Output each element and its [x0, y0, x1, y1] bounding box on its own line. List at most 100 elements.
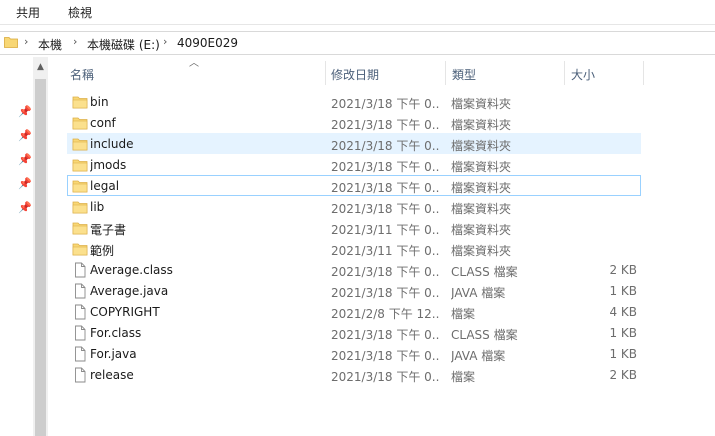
- column-header-type[interactable]: 類型: [452, 66, 476, 90]
- column-header-date[interactable]: 修改日期: [331, 66, 379, 90]
- breadcrumb-local-disk[interactable]: 本機磁碟 (E:): [87, 36, 160, 53]
- file-name: Average.java: [90, 284, 169, 298]
- file-date: 2021/3/18 下午 0...: [331, 160, 439, 174]
- file-name: release: [90, 368, 134, 382]
- pin-icon[interactable]: 📌: [18, 177, 32, 190]
- file-icon: [75, 367, 86, 383]
- file-size: 2 KB: [609, 368, 637, 382]
- folder-icon: [72, 222, 88, 235]
- file-name: For.java: [90, 347, 137, 361]
- column-header-size[interactable]: 大小: [571, 66, 595, 90]
- file-row[interactable]: conf 2021/3/18 下午 0... 檔案資料夾: [67, 112, 641, 133]
- navigation-pane: 📌 📌 📌 📌 📌 ▲: [0, 57, 50, 436]
- file-date: 2021/3/18 下午 0...: [331, 118, 439, 132]
- pin-icon[interactable]: 📌: [18, 201, 32, 214]
- file-type: 檔案資料夾: [451, 244, 512, 258]
- file-row[interactable]: include 2021/3/18 下午 0... 檔案資料夾: [67, 133, 641, 154]
- file-date: 2021/3/11 下午 0...: [331, 244, 439, 258]
- file-type: JAVA 檔案: [451, 349, 506, 363]
- file-type: 檔案資料夾: [451, 139, 512, 153]
- folder-icon: [72, 243, 88, 256]
- file-row[interactable]: legal 2021/3/18 下午 0... 檔案資料夾: [67, 175, 641, 196]
- file-icon: [75, 262, 86, 278]
- file-name: lib: [90, 200, 105, 214]
- tab-view[interactable]: 檢視: [68, 4, 92, 21]
- file-name: jmods: [90, 158, 127, 172]
- file-type: 檔案: [451, 370, 476, 384]
- file-date: 2021/3/18 下午 0...: [331, 181, 439, 195]
- address-bar[interactable]: › 本機 › 本機磁碟 (E:) › 4090E029: [0, 31, 715, 55]
- folder-icon: [72, 159, 88, 172]
- file-date: 2021/3/18 下午 0...: [331, 370, 439, 384]
- file-row[interactable]: lib 2021/3/18 下午 0... 檔案資料夾: [67, 196, 641, 217]
- file-name: 電子書: [90, 223, 127, 237]
- file-row[interactable]: COPYRIGHT 2021/2/8 下午 12... 檔案 4 KB: [67, 301, 641, 322]
- file-row[interactable]: Average.java 2021/3/18 下午 0... JAVA 檔案 1 KB: [67, 280, 641, 301]
- pin-icon[interactable]: 📌: [18, 105, 32, 118]
- file-icon: [75, 325, 86, 341]
- file-size: 2 KB: [609, 263, 637, 277]
- file-icon: [75, 346, 86, 362]
- folder-icon: [72, 138, 88, 151]
- file-date: 2021/3/18 下午 0...: [331, 265, 439, 279]
- scrollbar-thumb[interactable]: [35, 79, 46, 436]
- file-date: 2021/3/18 下午 0...: [331, 202, 439, 216]
- file-type: CLASS 檔案: [451, 328, 518, 342]
- breadcrumb-current-folder[interactable]: 4090E029: [177, 36, 238, 50]
- file-name: COPYRIGHT: [90, 305, 160, 319]
- file-type: 檔案資料夾: [451, 223, 512, 237]
- file-icon: [75, 283, 86, 299]
- chevron-right-icon[interactable]: ›: [73, 35, 77, 48]
- breadcrumb-this-pc[interactable]: 本機: [38, 36, 62, 53]
- pin-icon[interactable]: 📌: [18, 153, 32, 166]
- file-type: JAVA 檔案: [451, 286, 506, 300]
- file-row[interactable]: release 2021/3/18 下午 0... 檔案 2 KB: [67, 364, 641, 385]
- folder-icon: [4, 37, 18, 48]
- file-row[interactable]: jmods 2021/3/18 下午 0... 檔案資料夾: [67, 154, 641, 175]
- file-type: 檔案: [451, 307, 476, 321]
- folder-icon: [72, 96, 88, 109]
- file-row[interactable]: 電子書 2021/3/11 下午 0... 檔案資料夾: [67, 217, 641, 238]
- file-type: 檔案資料夾: [451, 118, 512, 132]
- file-type: 檔案資料夾: [451, 97, 512, 111]
- file-name: For.class: [90, 326, 142, 340]
- folder-icon: [72, 180, 88, 193]
- folder-icon: [72, 117, 88, 130]
- file-name: include: [90, 137, 134, 151]
- file-date: 2021/3/18 下午 0...: [331, 328, 439, 342]
- ribbon-tabs: 共用 檢視: [0, 0, 715, 25]
- folder-icon: [72, 201, 88, 214]
- file-size: 4 KB: [609, 305, 637, 319]
- file-type: 檔案資料夾: [451, 160, 512, 174]
- file-date: 2021/3/18 下午 0...: [331, 97, 439, 111]
- file-row[interactable]: For.java 2021/3/18 下午 0... JAVA 檔案 1 KB: [67, 343, 641, 364]
- file-row[interactable]: For.class 2021/3/18 下午 0... CLASS 檔案 1 KB: [67, 322, 641, 343]
- file-date: 2021/3/11 下午 0...: [331, 223, 439, 237]
- file-size: 1 KB: [609, 284, 637, 298]
- file-name: bin: [90, 95, 109, 109]
- tab-share[interactable]: 共用: [16, 4, 40, 21]
- file-row[interactable]: 範例 2021/3/11 下午 0... 檔案資料夾: [67, 238, 641, 259]
- file-type: 檔案資料夾: [451, 202, 512, 216]
- file-date: 2021/3/18 下午 0...: [331, 349, 439, 363]
- file-row[interactable]: bin 2021/3/18 下午 0... 檔案資料夾: [67, 91, 641, 112]
- navigation-scrollbar[interactable]: ▲: [33, 57, 48, 436]
- file-name: Average.class: [90, 263, 173, 277]
- file-name: conf: [90, 116, 116, 130]
- file-date: 2021/3/18 下午 0...: [331, 139, 439, 153]
- file-name: legal: [90, 179, 120, 193]
- file-name: 範例: [90, 244, 115, 258]
- file-row[interactable]: Average.class 2021/3/18 下午 0... CLASS 檔案 2 …: [67, 259, 641, 280]
- file-date: 2021/3/18 下午 0...: [331, 286, 439, 300]
- file-size: 1 KB: [609, 326, 637, 340]
- file-type: 檔案資料夾: [451, 181, 512, 195]
- column-header-name[interactable]: 名稱: [70, 66, 94, 90]
- file-icon: [75, 304, 86, 320]
- chevron-right-icon[interactable]: ›: [24, 35, 28, 48]
- sort-ascending-icon: ︿: [189, 58, 199, 69]
- scroll-up-arrow-icon[interactable]: ▲: [33, 59, 48, 75]
- chevron-right-icon[interactable]: ›: [163, 35, 167, 48]
- pin-icon[interactable]: 📌: [18, 129, 32, 142]
- file-size: 1 KB: [609, 347, 637, 361]
- file-date: 2021/2/8 下午 12...: [331, 307, 439, 321]
